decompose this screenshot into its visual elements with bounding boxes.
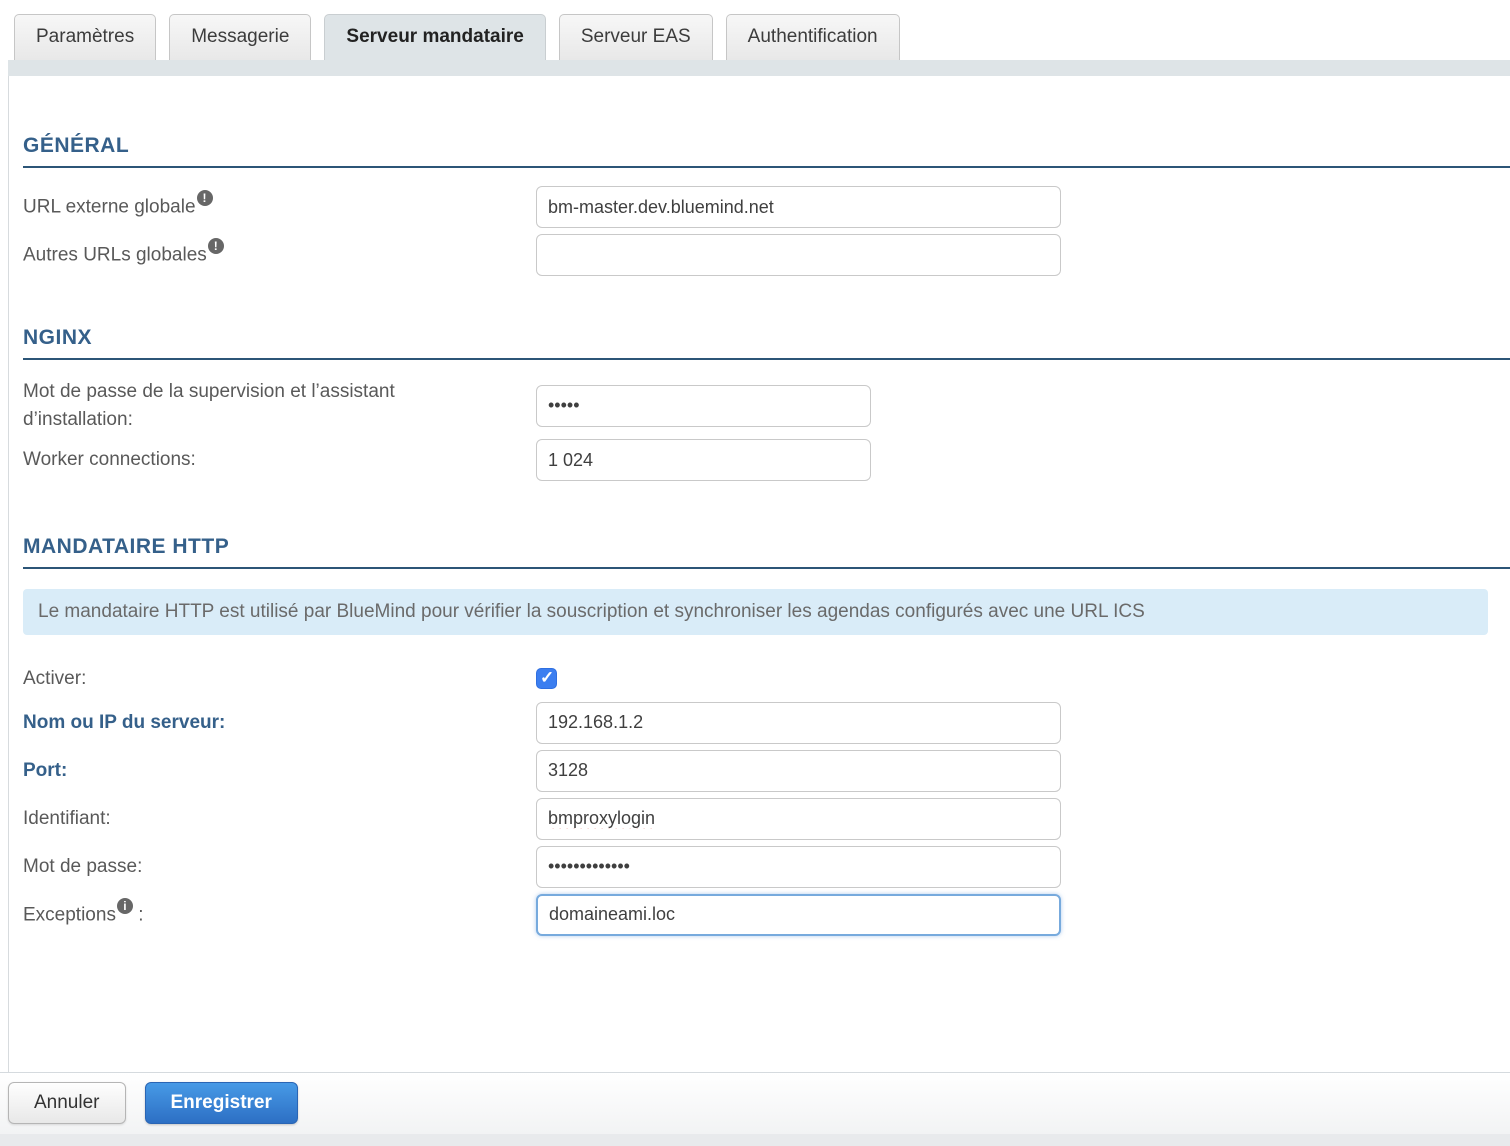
tab-serveur-mandataire[interactable]: Serveur mandataire bbox=[324, 14, 545, 60]
row-url-externe: URL externe globale! bbox=[23, 186, 1510, 228]
autres-urls-input[interactable] bbox=[536, 234, 1061, 276]
row-exceptions: Exceptionsi : bbox=[23, 894, 1510, 936]
autres-urls-label: Autres URLs globales! bbox=[23, 241, 536, 269]
supervision-password-label: Mot de passe de la supervision et l’assi… bbox=[23, 378, 536, 433]
cancel-button[interactable]: Annuler bbox=[8, 1082, 126, 1124]
url-externe-label: URL externe globale! bbox=[23, 193, 536, 221]
worker-connections-input[interactable] bbox=[536, 439, 871, 481]
row-port: Port: bbox=[23, 750, 1510, 792]
row-supervision-password: Mot de passe de la supervision et l’assi… bbox=[23, 378, 1510, 433]
tab-authentification[interactable]: Authentification bbox=[726, 14, 900, 60]
info-icon: ! bbox=[197, 190, 213, 206]
row-worker-connections: Worker connections: bbox=[23, 439, 1510, 481]
exceptions-label-text: Exceptions bbox=[23, 904, 116, 925]
mandataire-info-banner: Le mandataire HTTP est utilisé par BlueM… bbox=[23, 589, 1488, 635]
footer-button-bar: Annuler Enregistrer bbox=[0, 1072, 1510, 1134]
info-icon: i bbox=[117, 898, 133, 914]
row-server: Nom ou IP du serveur: bbox=[23, 702, 1510, 744]
section-title-nginx: NGINX bbox=[23, 326, 1510, 360]
activer-label: Activer: bbox=[23, 665, 536, 693]
server-input[interactable] bbox=[536, 702, 1061, 744]
port-input[interactable] bbox=[536, 750, 1061, 792]
exceptions-input[interactable] bbox=[536, 894, 1061, 936]
identifiant-input[interactable] bbox=[536, 798, 1061, 840]
activer-checkbox[interactable] bbox=[536, 668, 557, 689]
server-label: Nom ou IP du serveur: bbox=[23, 709, 536, 737]
tab-strip bbox=[8, 60, 1510, 76]
serveur-mandataire-panel: GÉNÉRAL URL externe globale! Autres URLs… bbox=[8, 76, 1510, 1072]
row-mot-de-passe: Mot de passe: bbox=[23, 846, 1510, 888]
mot-de-passe-input[interactable] bbox=[536, 846, 1061, 888]
save-button[interactable]: Enregistrer bbox=[145, 1082, 298, 1124]
tab-messagerie[interactable]: Messagerie bbox=[169, 14, 311, 60]
exceptions-label: Exceptionsi : bbox=[23, 901, 536, 929]
tab-serveur-eas[interactable]: Serveur EAS bbox=[559, 14, 713, 60]
supervision-password-input[interactable] bbox=[536, 385, 871, 427]
tab-parametres[interactable]: Paramètres bbox=[14, 14, 156, 60]
identifiant-label: Identifiant: bbox=[23, 805, 536, 833]
url-externe-input[interactable] bbox=[536, 186, 1061, 228]
row-autres-urls: Autres URLs globales! bbox=[23, 234, 1510, 276]
info-icon: ! bbox=[208, 238, 224, 254]
tab-bar: Paramètres Messagerie Serveur mandataire… bbox=[0, 0, 1510, 60]
port-label: Port: bbox=[23, 757, 536, 785]
autres-urls-label-text: Autres URLs globales bbox=[23, 244, 207, 265]
url-externe-label-text: URL externe globale bbox=[23, 196, 196, 217]
mot-de-passe-label: Mot de passe: bbox=[23, 853, 536, 881]
section-title-mandataire-http: MANDATAIRE HTTP bbox=[23, 535, 1510, 569]
row-activer: Activer: bbox=[23, 665, 1510, 693]
row-identifiant: Identifiant: bbox=[23, 798, 1510, 840]
exceptions-label-suffix: : bbox=[133, 904, 144, 925]
worker-connections-label: Worker connections: bbox=[23, 446, 536, 474]
section-title-general: GÉNÉRAL bbox=[23, 134, 1510, 168]
bottom-strip bbox=[0, 1134, 1510, 1146]
